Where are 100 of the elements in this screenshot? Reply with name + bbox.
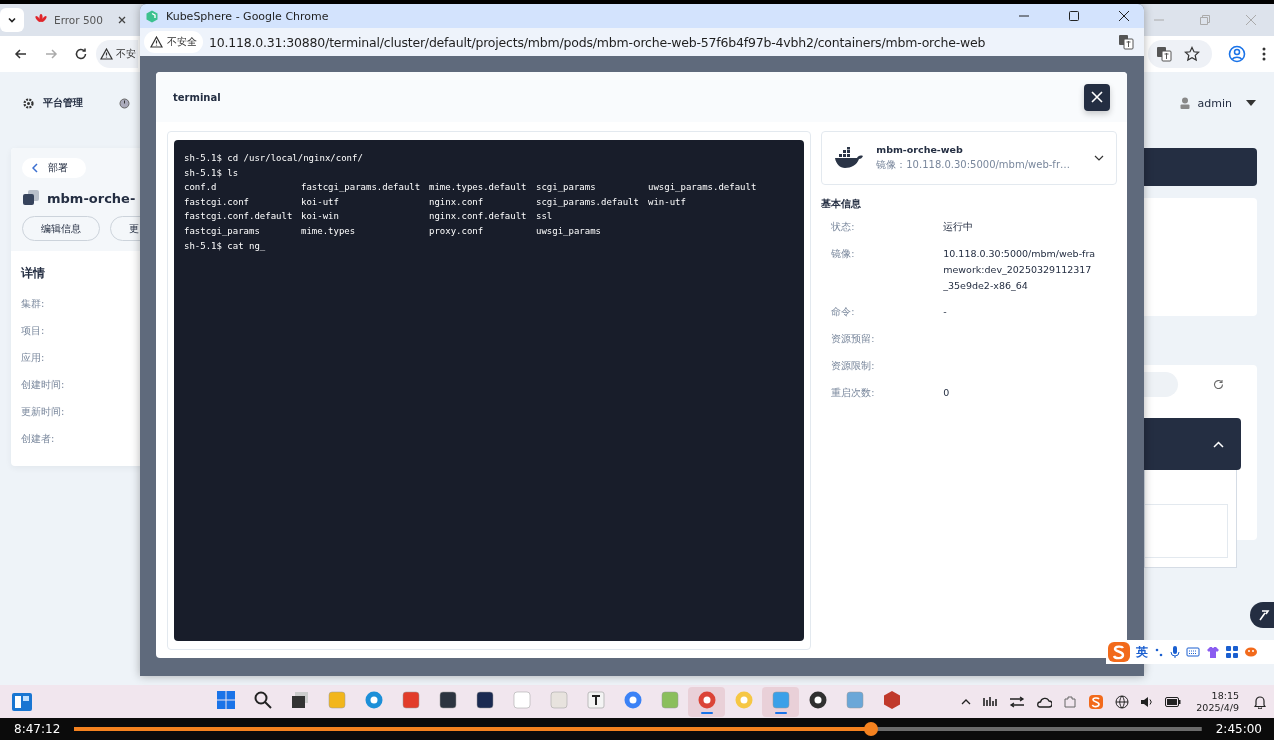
platform-menu[interactable]: 平台管理 (43, 96, 83, 110)
file-name: scgi_params.default (536, 195, 640, 209)
container-name: mbm-orche-web (876, 144, 964, 155)
back-button[interactable]: 部署 (22, 158, 86, 178)
maximize-icon[interactable] (1068, 10, 1080, 22)
hexagon-icon[interactable] (881, 689, 902, 710)
close-button[interactable] (1084, 83, 1110, 111)
action-button[interactable]: 编辑信息 (22, 216, 100, 241)
address-bar[interactable]: 不安 (96, 40, 138, 68)
terminal-line: sh-5.1$ cat ng_ (184, 239, 267, 253)
container-selector[interactable]: mbm-orche-web 镜像：10.118.0.30:5000/mbm/web-fr… (821, 131, 1117, 185)
search-icon[interactable] (252, 689, 273, 710)
text-editor-icon[interactable] (585, 689, 606, 710)
terminal-line: sh-5.1$ cd /usr/local/nginx/conf/ (184, 152, 364, 165)
elapsed-time: 8:47:12 (14, 722, 61, 736)
file-name: mime.types (301, 224, 357, 238)
warning-icon (150, 36, 163, 48)
field-label: 集群: (21, 297, 46, 311)
field-label: 项目: (21, 324, 46, 338)
transfer-icon[interactable] (1009, 695, 1026, 708)
chevron-down-icon (7, 15, 17, 25)
field-label: 应用: (21, 351, 46, 365)
warning-icon (100, 48, 113, 60)
file-name: win-utf (648, 195, 687, 209)
file-name: fastcgi_params (184, 224, 261, 238)
file-name: fastcgi.conf.default (184, 210, 294, 224)
field-label: 命令: (831, 305, 856, 319)
clock-date[interactable]: 2025/4/9 (1196, 701, 1239, 714)
field-label: 创建者: (21, 432, 56, 446)
chevron-down-icon (1094, 155, 1104, 161)
field-label: 更新时间: (21, 405, 66, 419)
file-name: proxy.conf (429, 224, 485, 238)
progress-handle[interactable] (864, 722, 879, 736)
tab-search-button[interactable] (0, 8, 24, 32)
chevron-up-icon (1213, 440, 1224, 448)
browser-tab[interactable]: Error 500 (30, 6, 131, 34)
file-name: mime.types.default (429, 181, 528, 195)
file-name: fastcgi_params.default (301, 181, 422, 195)
star-icon[interactable] (1184, 46, 1200, 62)
total-time: 2:45:00 (1215, 722, 1262, 736)
field-value: 运行中 (943, 220, 975, 234)
grid-icon[interactable] (1226, 646, 1238, 658)
file-name: uwsgi_params.default (648, 181, 758, 195)
dialog-title: terminal (173, 91, 221, 103)
punctuation-icon[interactable] (1154, 646, 1164, 658)
s-logo-icon[interactable] (1088, 693, 1105, 710)
file-name: uwsgi_params (536, 224, 603, 238)
shirt-icon[interactable] (1206, 645, 1220, 659)
cloud-icon[interactable] (1036, 695, 1053, 708)
widgets-icon[interactable] (12, 692, 32, 711)
file-name: scgi_params (536, 181, 597, 195)
reload-icon[interactable] (74, 47, 88, 61)
globe-icon[interactable] (1115, 694, 1130, 709)
workload-title: mbm-orche- (47, 190, 136, 206)
url-field[interactable]: 10.118.0.31:30880/terminal/cluster/default/projects/mbm/pods/mbm-orche-web-57f6b4f97b-4vbh2/containers/mbm-orche-web (209, 34, 986, 50)
field-value: 0 (943, 386, 951, 400)
search-field[interactable] (1144, 372, 1178, 397)
security-label: 不安 (116, 47, 136, 61)
field-label: 资源预留: (831, 332, 876, 346)
field-label: 资源限制: (831, 359, 876, 373)
battery-icon[interactable] (1165, 696, 1182, 707)
file-name: koi-win (301, 210, 340, 224)
window-title: KubeSphere - Google Chrome (166, 9, 329, 23)
refresh-icon[interactable] (1213, 379, 1224, 390)
input-mode[interactable]: 英 (1136, 643, 1148, 661)
user-menu[interactable]: admin (1197, 96, 1232, 110)
cube-logo-icon (146, 9, 158, 23)
microphone-icon[interactable] (1170, 645, 1180, 659)
s-logo-icon[interactable] (1108, 642, 1130, 662)
bars-icon[interactable] (982, 695, 999, 708)
chevron-up-icon[interactable] (961, 698, 972, 705)
translate-icon[interactable] (1118, 34, 1134, 50)
close-icon[interactable] (117, 15, 127, 25)
whale-icon (834, 147, 865, 169)
file-name: nginx.conf (429, 195, 485, 209)
caret-icon (1246, 100, 1256, 106)
file-name: fastcgi.conf (184, 195, 251, 209)
keyboard-icon[interactable] (1186, 646, 1200, 658)
clock-time[interactable]: 18:15 (1211, 689, 1239, 702)
record-icon[interactable] (807, 689, 828, 710)
file-name: conf.d (184, 181, 218, 195)
back-icon[interactable] (14, 47, 28, 61)
tab-title: Error 500 (54, 14, 103, 26)
user-icon (1179, 97, 1190, 109)
field-value: 10.118.0.30:5000/mbm/web-framework:dev_20250329112317_35e9de2-x86_64 (943, 247, 1096, 293)
browser-icon[interactable] (363, 689, 384, 710)
field-label: 重启次数: (831, 386, 876, 400)
section-title: 基本信息 (821, 197, 863, 211)
menu-icon[interactable] (1262, 47, 1266, 61)
task-view-icon[interactable] (289, 689, 310, 710)
profile-icon[interactable] (1228, 45, 1246, 63)
windows-logo-icon[interactable] (215, 689, 236, 710)
field-value: - (943, 305, 948, 319)
bell-icon[interactable] (1254, 694, 1266, 709)
file-name: nginx.conf.default (429, 210, 528, 224)
speaker-icon[interactable] (1140, 695, 1155, 708)
close-icon[interactable] (1118, 10, 1130, 22)
settings-icon (22, 96, 35, 110)
translate-icon[interactable] (1156, 46, 1172, 62)
security-chip[interactable]: 不安全 (144, 31, 203, 53)
